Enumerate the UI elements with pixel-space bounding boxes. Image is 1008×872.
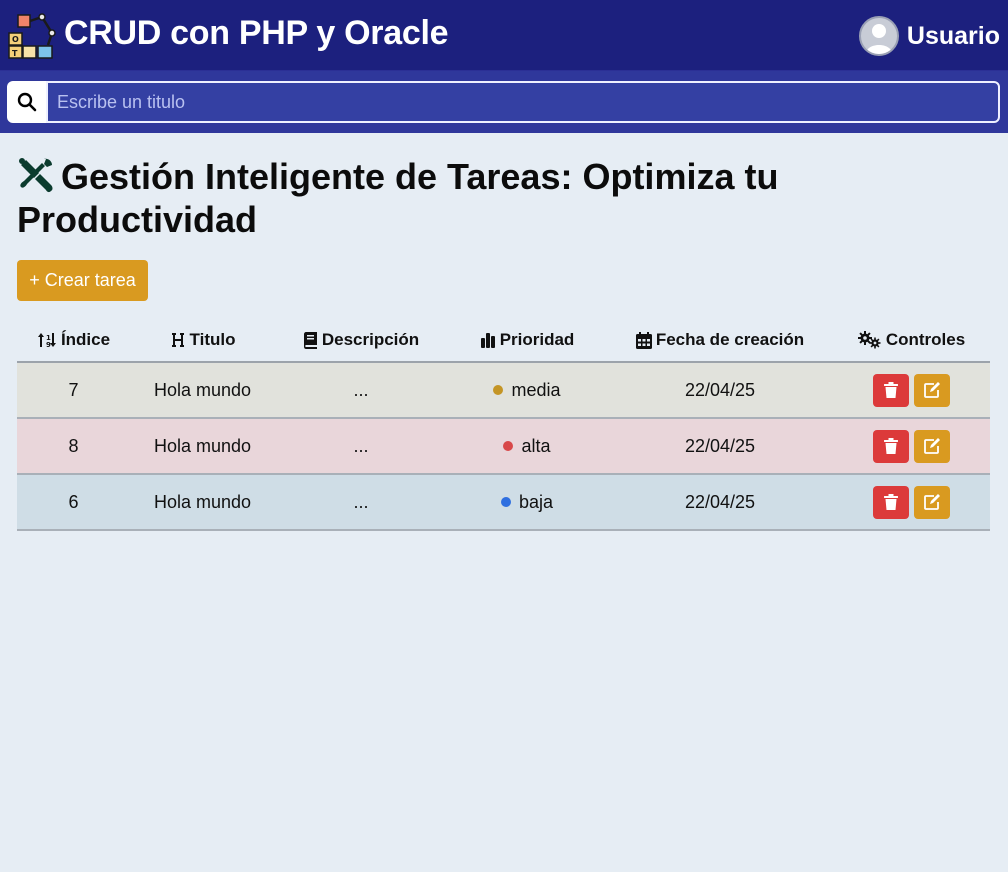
- row-title: Hola mundo: [153, 435, 252, 456]
- table-row: 6 Hola mundo ... baja 22/04/25: [17, 475, 990, 531]
- row-priority: alta: [447, 436, 607, 457]
- trash-icon: [884, 494, 898, 510]
- search-button[interactable]: [7, 81, 47, 123]
- app-title: CRUD con PHP y Oracle: [64, 14, 449, 52]
- gears-icon: [857, 331, 881, 349]
- delete-button[interactable]: [873, 485, 909, 519]
- delete-button[interactable]: [873, 373, 909, 407]
- app-logo-icon: O T: [8, 13, 56, 59]
- priority-dot-icon: [493, 385, 504, 395]
- row-description: ...: [353, 435, 369, 456]
- row-date: 22/04/25: [684, 435, 756, 456]
- edit-button[interactable]: [914, 429, 950, 463]
- header-controls: Controles: [833, 330, 990, 350]
- user-name[interactable]: Usuario: [907, 22, 1000, 51]
- edit-icon: [923, 494, 940, 510]
- table-row: 8 Hola mundo ... alta 22/04/25: [17, 419, 990, 475]
- row-index: 7: [68, 379, 79, 400]
- row-date: 22/04/25: [684, 491, 756, 512]
- row-date: 22/04/25: [684, 379, 756, 400]
- search-bar: [0, 71, 1008, 133]
- bar-chart-icon: [480, 333, 495, 348]
- header-description[interactable]: Descripción: [275, 330, 447, 350]
- row-description: ...: [353, 491, 369, 512]
- priority-dot-icon: [500, 497, 511, 507]
- edit-icon: [923, 382, 940, 398]
- create-task-button[interactable]: + Crear tarea: [17, 260, 148, 301]
- svg-text:O: O: [12, 35, 19, 44]
- calendar-icon: [635, 331, 652, 349]
- header-index[interactable]: 1 9 Índice: [17, 330, 130, 350]
- priority-dot-icon: [503, 441, 514, 451]
- delete-button[interactable]: [873, 429, 909, 463]
- row-description: ...: [353, 379, 369, 400]
- app-header: O T CRUD con PHP y Oracle Usuario: [0, 0, 1008, 71]
- table-row: 7 Hola mundo ... media 22/04/25: [17, 363, 990, 419]
- svg-text:T: T: [12, 49, 18, 58]
- avatar[interactable]: [858, 16, 899, 56]
- row-title: Hola mundo: [153, 491, 252, 512]
- row-priority: baja: [447, 492, 607, 513]
- tasks-table: 1 9 Índice Titulo Descripción Prioridad …: [17, 319, 990, 531]
- header-date[interactable]: Fecha de creación: [607, 330, 833, 350]
- header-priority[interactable]: Prioridad: [447, 330, 607, 350]
- edit-icon: [923, 438, 940, 454]
- book-icon: [303, 331, 317, 349]
- tools-icon: [19, 158, 53, 193]
- trash-icon: [884, 382, 898, 398]
- svg-text:9: 9: [46, 341, 51, 348]
- page-title-text: Gestión Inteligente de Tareas: Optimiza …: [17, 156, 779, 240]
- row-title: Hola mundo: [153, 379, 252, 400]
- page-title: Gestión Inteligente de Tareas: Optimiza …: [17, 155, 917, 241]
- sort-icon: 1 9: [37, 333, 56, 348]
- edit-button[interactable]: [914, 485, 950, 519]
- row-index: 8: [68, 435, 79, 456]
- user-silhouette-icon: [865, 24, 892, 54]
- row-index: 6: [68, 491, 79, 512]
- trash-icon: [884, 438, 898, 454]
- search-input[interactable]: [46, 81, 1000, 123]
- row-priority: media: [447, 380, 607, 401]
- edit-button[interactable]: [914, 373, 950, 407]
- row-controls: [833, 429, 990, 463]
- heading-icon: [171, 333, 184, 347]
- user-menu[interactable]: Usuario: [858, 15, 1000, 57]
- header-title[interactable]: Titulo: [130, 330, 275, 350]
- row-controls: [833, 485, 990, 519]
- table-header: 1 9 Índice Titulo Descripción Prioridad …: [17, 319, 990, 363]
- row-controls: [833, 373, 990, 407]
- search-icon: [17, 92, 37, 112]
